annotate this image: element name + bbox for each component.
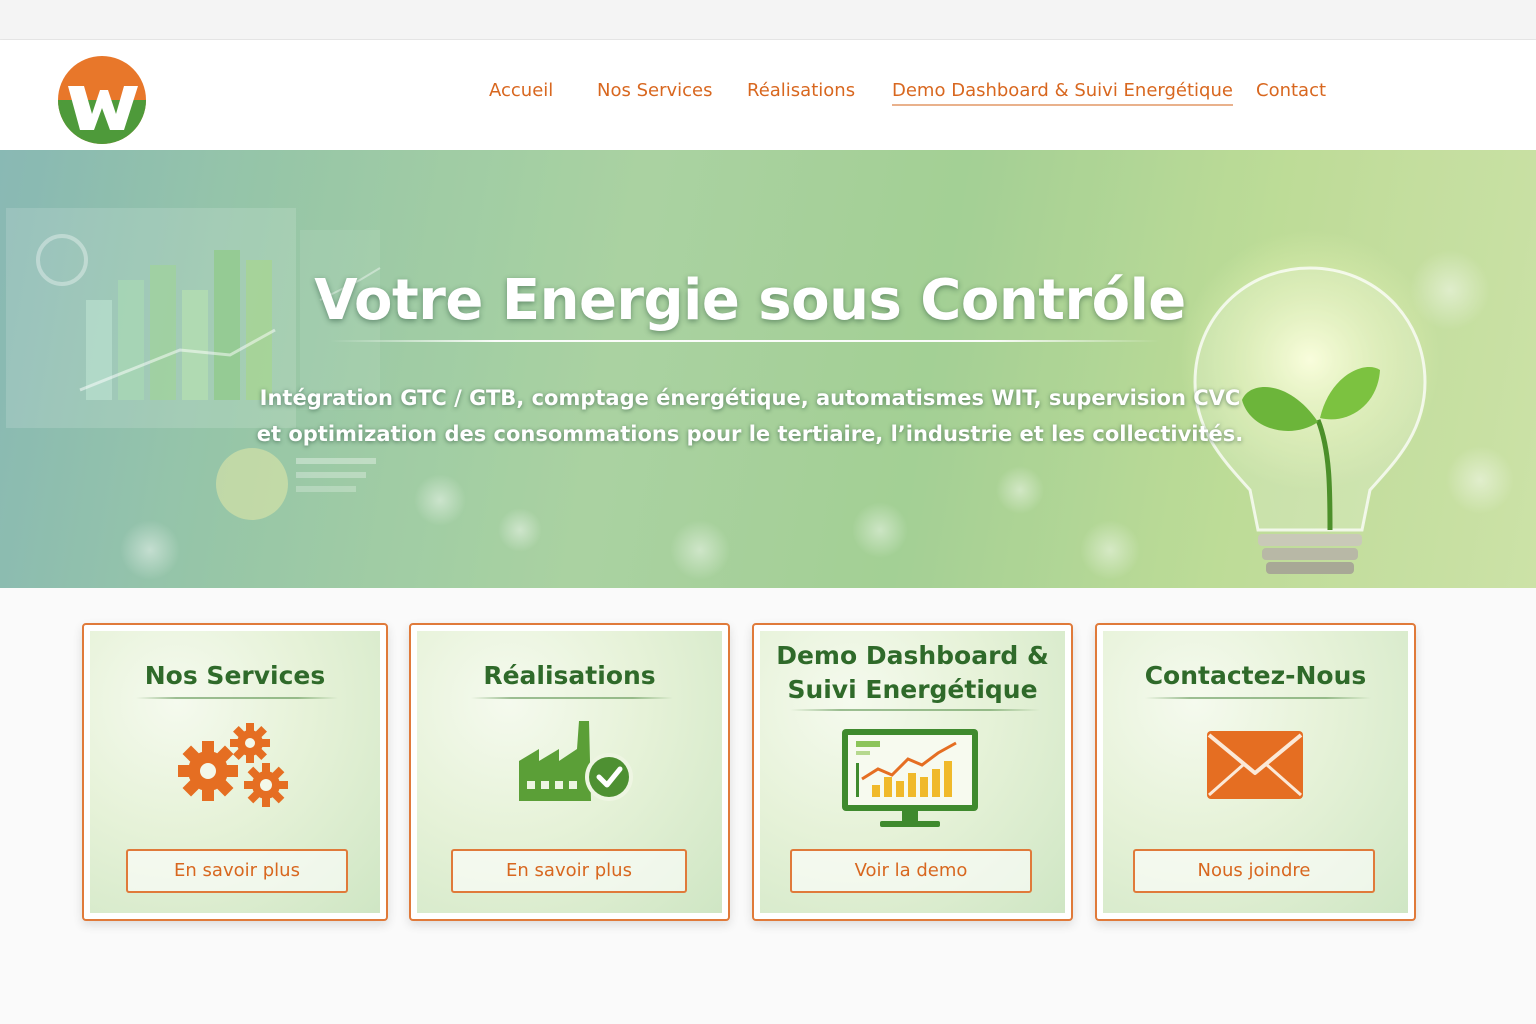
hero-subtitle-line-2: et optimization des consommations pour l… [256, 422, 1244, 446]
main-nav: Accueil Nos Services Réalisations Demo D… [0, 80, 1536, 110]
en-savoir-plus-button[interactable]: En savoir plus [451, 849, 687, 893]
hero-title: Votre Energie sous Contróle [314, 268, 1186, 333]
nav-nos-services[interactable]: Nos Services [597, 80, 712, 101]
hero-banner: Votre Energie sous Contróle Intégration … [0, 150, 1536, 588]
site-header: Accueil Nos Services Réalisations Demo D… [0, 40, 1536, 150]
hero-subtitle-line-1: Intégration GTC / GTB, comptage énergéti… [259, 386, 1241, 410]
card-realisations: Réalisations En savoir plus [409, 623, 730, 921]
hero-background-art [0, 150, 1536, 588]
nav-demo-dashboard[interactable]: Demo Dashboard & Suivi Energétique [892, 80, 1233, 106]
nav-contact[interactable]: Contact [1256, 80, 1326, 101]
card-nos-services: Nos Services En savoir plus [82, 623, 388, 921]
card-demo-dashboard: Demo Dashboard & Suivi Energétique Voir … [752, 623, 1073, 921]
hero-divider [330, 340, 1160, 342]
nous-joindre-button[interactable]: Nous joindre [1133, 849, 1375, 893]
browser-top-strip [0, 0, 1536, 40]
nav-realisations[interactable]: Réalisations [747, 80, 855, 101]
nav-accueil[interactable]: Accueil [489, 80, 553, 101]
en-savoir-plus-button[interactable]: En savoir plus [126, 849, 348, 893]
card-contact: Contactez-Nous Nous joindre [1095, 623, 1416, 921]
voir-la-demo-button[interactable]: Voir la demo [790, 849, 1032, 893]
